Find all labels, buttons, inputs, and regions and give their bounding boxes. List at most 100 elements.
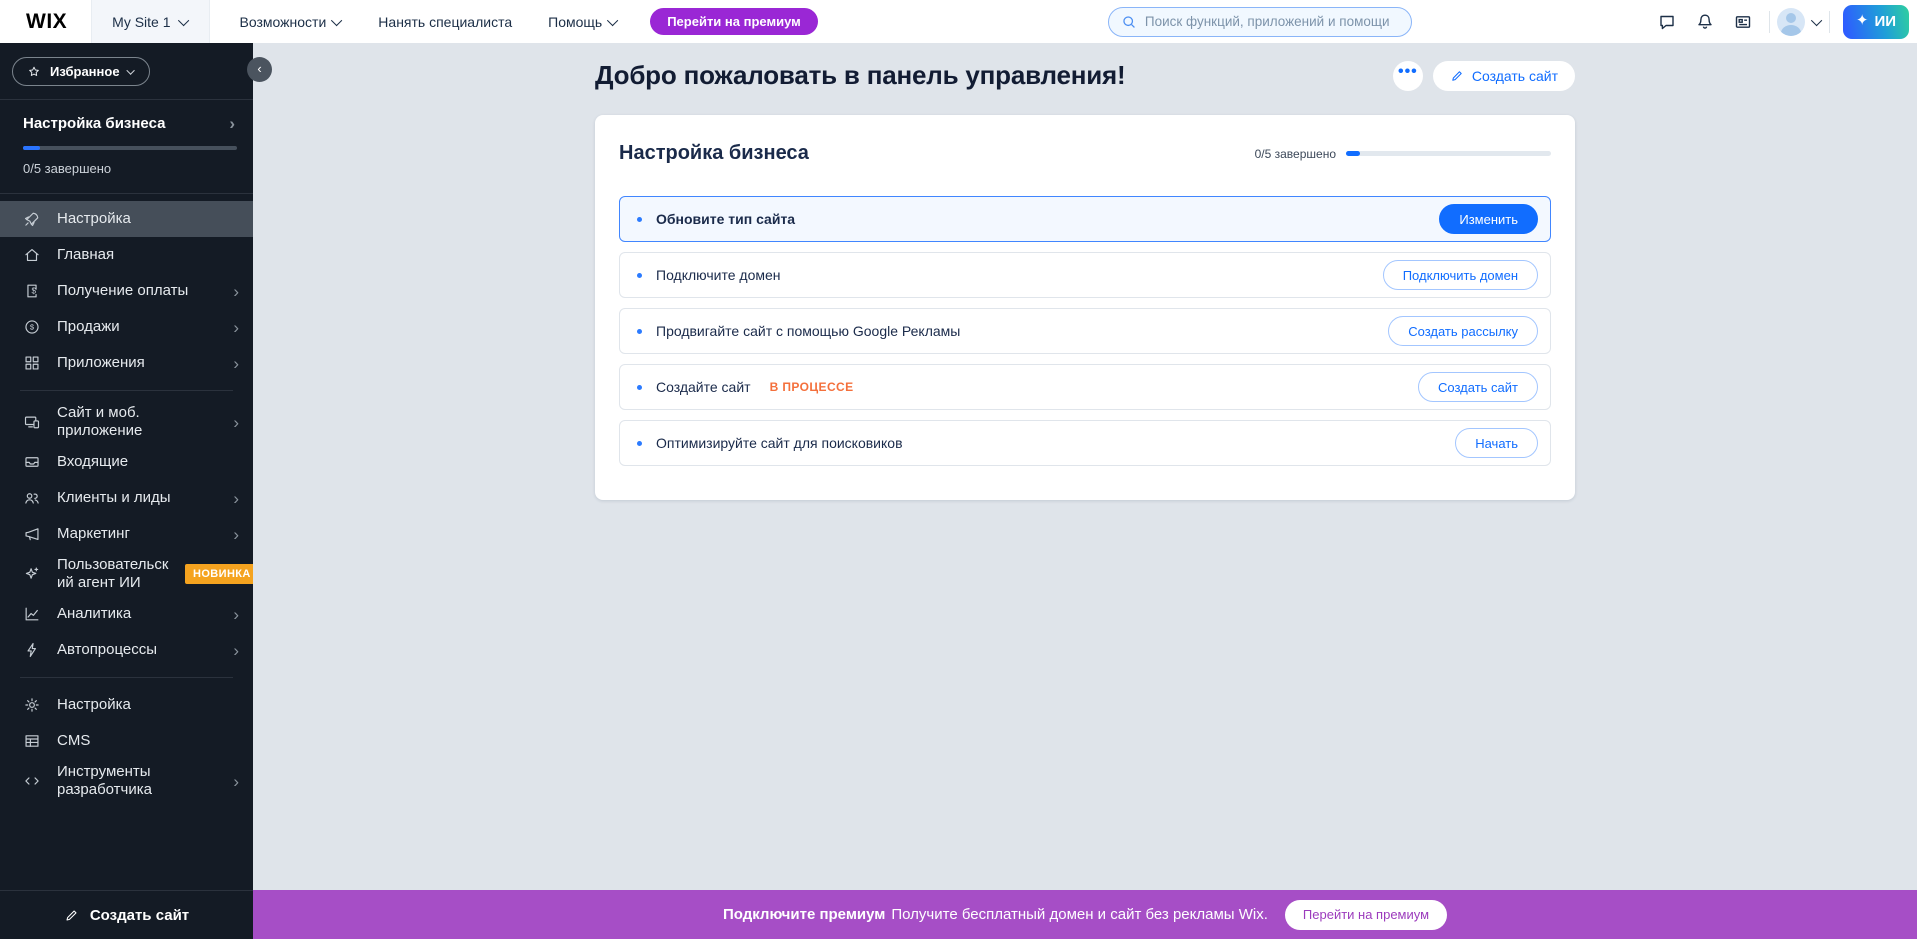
nav-features[interactable]: Возможности — [240, 14, 343, 30]
sidebar-item-setup[interactable]: Настройка › — [0, 201, 253, 237]
nav-help[interactable]: Помощь — [548, 14, 618, 30]
code-icon — [23, 772, 41, 790]
sidebar-item-label: Настройка — [57, 693, 239, 717]
nav-hire-professional[interactable]: Нанять специалиста — [378, 14, 512, 30]
task-action-button[interactable]: Подключить домен — [1383, 260, 1538, 290]
task-row[interactable]: Оптимизируйте сайт для поисковиков Начат… — [619, 420, 1551, 466]
card-progress-label: 0/5 завершено — [1255, 147, 1336, 161]
svg-text:$: $ — [30, 323, 35, 332]
chevron-right-icon: › — [233, 283, 239, 300]
page-title: Добро пожаловать в панель управления! — [595, 60, 1125, 91]
sidebar-item-ai-agent[interactable]: Пользовательский агент ИИ НОВИНКА › — [0, 552, 253, 596]
sidebar-item-payments[interactable]: $ Получение оплаты › — [0, 273, 253, 309]
task-action-button[interactable]: Создать сайт — [1418, 372, 1538, 402]
nav-label: Возможности — [240, 14, 327, 30]
sidebar-item-cms[interactable]: CMS › — [0, 723, 253, 759]
chat-icon[interactable] — [1648, 5, 1686, 39]
sidebar-item-apps[interactable]: Приложения › — [0, 345, 253, 381]
chevron-right-icon: › — [233, 319, 239, 336]
divider — [1829, 11, 1830, 33]
search-input[interactable] — [1145, 14, 1399, 29]
search-bar[interactable] — [1108, 7, 1412, 37]
business-setup-card: Настройка бизнеса 0/5 завершено Обновите… — [595, 115, 1575, 500]
banner-text: Получите бесплатный домен и сайт без рек… — [891, 906, 1268, 923]
create-site-label: Создать сайт — [1472, 68, 1558, 84]
banner-bold-text: Подключите премиум — [723, 906, 885, 923]
sidebar-collapse-button[interactable]: ‹ — [247, 57, 272, 82]
site-switcher[interactable]: My Site 1 — [91, 0, 209, 43]
business-setup-widget[interactable]: Настройка бизнеса › 0/5 завершено — [0, 100, 253, 193]
chevron-right-icon: › — [233, 773, 239, 790]
gear-icon — [23, 696, 41, 714]
people-icon — [23, 489, 41, 507]
task-row[interactable]: Обновите тип сайта Изменить — [619, 196, 1551, 242]
svg-text:$: $ — [32, 287, 37, 296]
favorites-label: Избранное — [50, 64, 120, 79]
task-action-button[interactable]: Создать рассылку — [1388, 316, 1538, 346]
more-actions-button[interactable]: ••• — [1393, 61, 1423, 91]
updates-icon[interactable] — [1724, 5, 1762, 39]
sidebar-menu: Настройка › Главная › $ Получение оплаты… — [0, 194, 253, 890]
sidebar-item-dev-tools[interactable]: Инструменты разработчика › — [0, 759, 253, 803]
pencil-icon — [64, 908, 79, 923]
upgrade-premium-button[interactable]: Перейти на премиум — [1285, 900, 1447, 930]
favorites-dropdown[interactable]: Избранное — [12, 57, 150, 86]
chevron-down-icon — [126, 66, 134, 74]
sidebar-item-label: Автопроцессы — [57, 638, 217, 662]
divider — [20, 390, 233, 391]
topbar: WIX My Site 1 Возможности Нанять специал… — [0, 0, 1917, 43]
chevron-right-icon: › — [233, 414, 239, 431]
task-label: Подключите домен — [656, 267, 781, 283]
inbox-icon — [23, 453, 41, 471]
sidebar-item-analytics[interactable]: Аналитика › — [0, 596, 253, 632]
new-badge: НОВИНКА — [185, 564, 253, 584]
sidebar-item-label: Пользовательский агент ИИ — [57, 553, 169, 595]
upgrade-premium-button[interactable]: Перейти на премиум — [650, 8, 818, 35]
sidebar-item-label: Аналитика — [57, 602, 217, 626]
ai-button-label: ИИ — [1874, 13, 1896, 30]
apps-icon — [23, 354, 41, 372]
chevron-right-icon: › — [229, 115, 235, 132]
sidebar-item-sales[interactable]: $ Продажи › — [0, 309, 253, 345]
chevron-right-icon: › — [233, 526, 239, 543]
sidebar-item-home[interactable]: Главная › — [0, 237, 253, 273]
invoice-icon: $ — [23, 282, 41, 300]
sparkle-icon: ✦ — [1856, 13, 1869, 28]
top-nav: Возможности Нанять специалиста Помощь — [240, 14, 619, 30]
sidebar-item-marketing[interactable]: Маркетинг › — [0, 516, 253, 552]
rocket-icon — [23, 210, 41, 228]
nav-label: Нанять специалиста — [378, 14, 512, 30]
create-site-button[interactable]: Создать сайт — [0, 890, 253, 939]
sidebar-item-settings[interactable]: Настройка › — [0, 687, 253, 723]
task-status-tag: В ПРОЦЕССЕ — [770, 380, 854, 394]
nav-label: Помощь — [548, 14, 602, 30]
wix-logo[interactable]: WIX — [0, 10, 91, 34]
sidebar-item-label: Сайт и моб. приложение — [57, 401, 169, 443]
sidebar-item-label: Продажи — [57, 315, 217, 339]
sidebar: Избранное Настройка бизнеса › 0/5 заверш… — [0, 43, 253, 939]
setup-progress-bar — [23, 146, 237, 150]
sidebar-item-automations[interactable]: Автопроцессы › — [0, 632, 253, 668]
task-action-button[interactable]: Изменить — [1439, 204, 1538, 234]
task-row[interactable]: Подключите домен Подключить домен — [619, 252, 1551, 298]
star-icon — [27, 65, 41, 79]
premium-banner: Подключите премиум Получите бесплатный д… — [253, 890, 1917, 939]
account-menu[interactable] — [1777, 8, 1822, 36]
ai-assistant-button[interactable]: ✦ ИИ — [1843, 5, 1909, 39]
task-row[interactable]: Создайте сайт В ПРОЦЕССЕ Создать сайт — [619, 364, 1551, 410]
bell-icon[interactable] — [1686, 5, 1724, 39]
sparkles-icon — [23, 565, 41, 583]
bullet-icon — [637, 329, 642, 334]
sidebar-item-inbox[interactable]: Входящие › — [0, 444, 253, 480]
create-site-button[interactable]: Создать сайт — [1433, 61, 1575, 91]
task-list: Обновите тип сайта Изменить Подключите д… — [619, 196, 1551, 466]
pencil-icon — [1450, 69, 1464, 83]
sidebar-item-site-mobile[interactable]: Сайт и моб. приложение › — [0, 400, 253, 444]
avatar — [1777, 8, 1805, 36]
task-action-button[interactable]: Начать — [1455, 428, 1538, 458]
task-row[interactable]: Продвигайте сайт с помощью Google Реклам… — [619, 308, 1551, 354]
sidebar-item-contacts[interactable]: Клиенты и лиды › — [0, 480, 253, 516]
setup-widget-title: Настройка бизнеса — [23, 115, 165, 132]
card-progress-bar — [1346, 151, 1551, 156]
chevron-down-icon — [177, 14, 188, 25]
